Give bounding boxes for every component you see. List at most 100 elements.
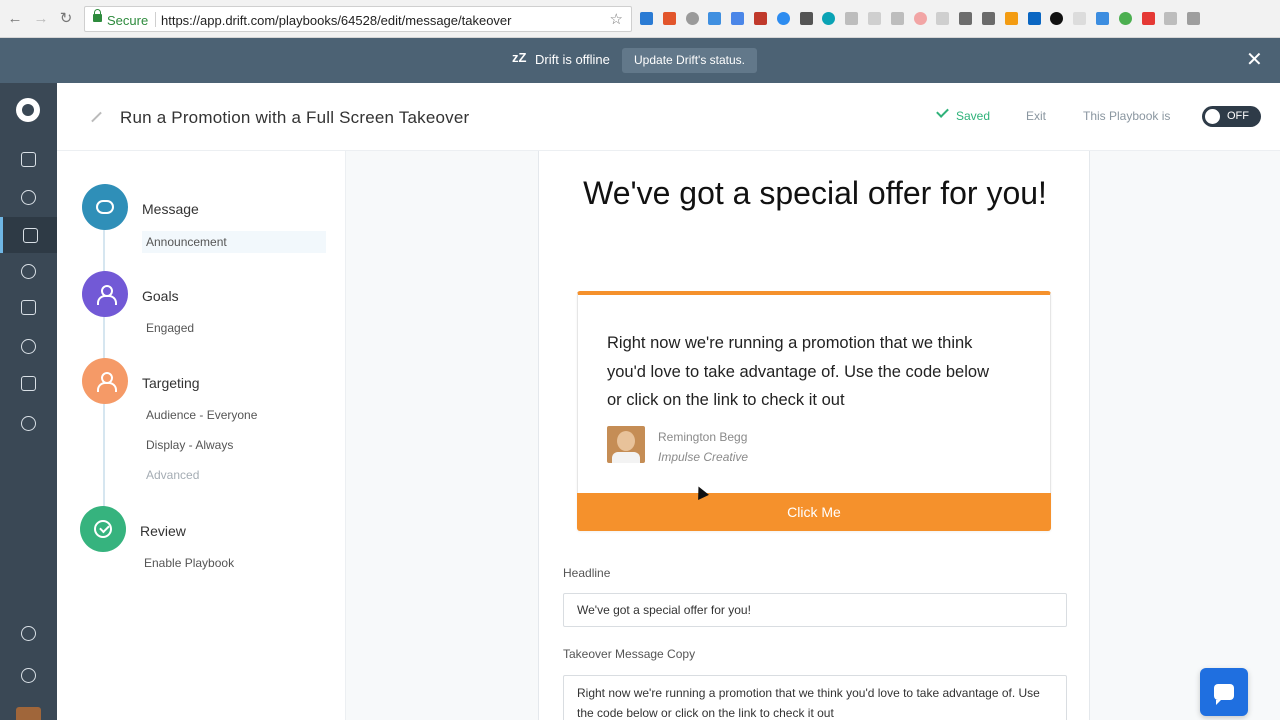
click-me-button[interactable]: Click Me bbox=[577, 493, 1051, 531]
extension-icon[interactable] bbox=[1095, 12, 1109, 25]
contacts-nav[interactable] bbox=[0, 253, 57, 289]
preview-headline: We've got a special offer for you! bbox=[583, 175, 1047, 211]
feedback-nav[interactable] bbox=[0, 657, 57, 693]
check-icon bbox=[936, 105, 949, 118]
extension-icon[interactable] bbox=[731, 12, 745, 25]
update-status-button[interactable]: Update Drift's status. bbox=[622, 48, 757, 73]
step-targeting-icon[interactable] bbox=[82, 358, 128, 404]
person-icon bbox=[97, 285, 117, 305]
app-nav-rail bbox=[0, 83, 57, 720]
takeover-preview: Right now we're running a promotion that… bbox=[577, 291, 1051, 531]
lock-icon bbox=[93, 9, 102, 22]
extension-icon[interactable] bbox=[845, 12, 859, 25]
extension-icon[interactable] bbox=[799, 12, 813, 25]
home-icon bbox=[21, 151, 36, 167]
extension-icon[interactable] bbox=[662, 12, 676, 25]
step-sub-engaged[interactable]: Engaged bbox=[146, 321, 194, 335]
message-copy-textarea[interactable]: Right now we're running a promotion that… bbox=[563, 675, 1067, 720]
toggle-knob bbox=[1205, 109, 1220, 124]
extension-icon[interactable] bbox=[685, 12, 699, 25]
message-copy-label: Takeover Message Copy bbox=[563, 647, 696, 661]
extension-icon[interactable] bbox=[640, 12, 653, 25]
back-button[interactable]: ← bbox=[6, 10, 24, 28]
step-review-title[interactable]: Review bbox=[140, 523, 186, 539]
extension-icon[interactable] bbox=[1164, 12, 1178, 25]
reports-nav[interactable] bbox=[0, 365, 57, 401]
extension-icon[interactable] bbox=[753, 12, 767, 25]
author-company: Impulse Creative bbox=[658, 450, 749, 464]
person-icon bbox=[97, 372, 117, 392]
playbooks-nav[interactable] bbox=[0, 217, 57, 253]
address-divider bbox=[155, 12, 156, 27]
step-sub-display[interactable]: Display - Always bbox=[146, 438, 233, 452]
home-nav[interactable] bbox=[0, 141, 57, 177]
forward-button[interactable]: → bbox=[32, 10, 50, 28]
people-icon bbox=[21, 263, 36, 279]
help-icon bbox=[21, 625, 36, 641]
step-targeting-title[interactable]: Targeting bbox=[142, 375, 200, 391]
author-avatar bbox=[607, 426, 645, 463]
extension-icon[interactable] bbox=[1050, 12, 1064, 25]
pencil-icon[interactable] bbox=[91, 111, 102, 123]
extension-icon[interactable] bbox=[708, 12, 722, 25]
takeover-editor-card: We've got a special offer for you! Right… bbox=[538, 151, 1090, 720]
extension-icon[interactable] bbox=[867, 12, 881, 25]
bookmark-star-icon[interactable]: ☆ bbox=[610, 10, 623, 28]
chat-launcher-button[interactable] bbox=[1200, 668, 1248, 716]
conversations-nav[interactable] bbox=[0, 179, 57, 215]
step-message-icon[interactable] bbox=[82, 184, 128, 230]
preview-message-copy: Right now we're running a promotion that… bbox=[607, 334, 989, 409]
playbook-header: Run a Promotion with a Full Screen Takeo… bbox=[57, 83, 1280, 151]
playbook-toggle[interactable]: OFF bbox=[1202, 106, 1261, 127]
extension-icon[interactable] bbox=[890, 12, 904, 25]
settings-nav[interactable] bbox=[0, 405, 57, 441]
page-title[interactable]: Run a Promotion with a Full Screen Takeo… bbox=[120, 108, 469, 128]
linkedin-icon[interactable] bbox=[1027, 12, 1041, 25]
step-sub-advanced[interactable]: Advanced bbox=[146, 468, 199, 482]
step-message-title[interactable]: Message bbox=[142, 201, 199, 217]
step-sub-announcement[interactable]: Announcement bbox=[142, 231, 326, 253]
author-name: Remington Begg bbox=[658, 430, 748, 444]
extension-icon[interactable] bbox=[913, 12, 927, 25]
list-icon bbox=[21, 375, 36, 391]
step-sub-enable[interactable]: Enable Playbook bbox=[144, 556, 234, 570]
headline-label: Headline bbox=[563, 566, 611, 580]
headline-input[interactable] bbox=[563, 593, 1067, 627]
extension-icon[interactable] bbox=[1073, 12, 1087, 25]
menu-icon[interactable] bbox=[1187, 12, 1201, 25]
secure-label: Secure bbox=[107, 13, 149, 28]
chat-bubble-icon bbox=[21, 189, 36, 205]
offline-banner: zZ Drift is offline Update Drift's statu… bbox=[0, 38, 1280, 83]
extension-icon[interactable] bbox=[936, 12, 950, 25]
help-nav[interactable] bbox=[0, 615, 57, 651]
accounts-nav[interactable] bbox=[0, 289, 57, 325]
step-sub-audience[interactable]: Audience - Everyone bbox=[146, 408, 257, 422]
close-icon[interactable]: ✕ bbox=[1246, 50, 1263, 70]
steps-sidebar: Message Announcement Goals Engaged Targe… bbox=[57, 151, 346, 720]
extension-icon[interactable] bbox=[1004, 12, 1018, 25]
reload-button[interactable]: ↻ bbox=[57, 10, 75, 28]
extension-icon[interactable] bbox=[776, 12, 790, 25]
exit-link[interactable]: Exit bbox=[1026, 109, 1046, 123]
address-bar[interactable]: Secure https://app.drift.com/playbooks/6… bbox=[84, 6, 632, 32]
target-icon bbox=[21, 338, 36, 354]
toggle-label: OFF bbox=[1227, 110, 1249, 122]
step-goals-icon[interactable] bbox=[82, 271, 128, 317]
targeting-nav[interactable] bbox=[0, 328, 57, 364]
playbook-status-label: This Playbook is bbox=[1083, 109, 1171, 123]
extension-icon[interactable] bbox=[1141, 12, 1155, 25]
extension-icon[interactable] bbox=[1118, 12, 1132, 25]
browser-toolbar: ← → ↻ Secure https://app.drift.com/playb… bbox=[0, 0, 1280, 38]
chat-bubble-icon bbox=[96, 200, 114, 214]
user-avatar[interactable] bbox=[16, 707, 41, 720]
gear-icon bbox=[21, 415, 36, 431]
check-circle-icon bbox=[94, 520, 112, 538]
extension-icon[interactable] bbox=[959, 12, 973, 25]
url-text[interactable]: https://app.drift.com/playbooks/64528/ed… bbox=[161, 13, 511, 28]
offline-status-text: Drift is offline bbox=[535, 52, 610, 67]
extension-icon[interactable] bbox=[981, 12, 995, 25]
extension-icon[interactable] bbox=[822, 12, 836, 25]
step-review-icon[interactable] bbox=[80, 506, 126, 552]
drift-logo-icon[interactable] bbox=[16, 98, 40, 122]
step-goals-title[interactable]: Goals bbox=[142, 288, 179, 304]
